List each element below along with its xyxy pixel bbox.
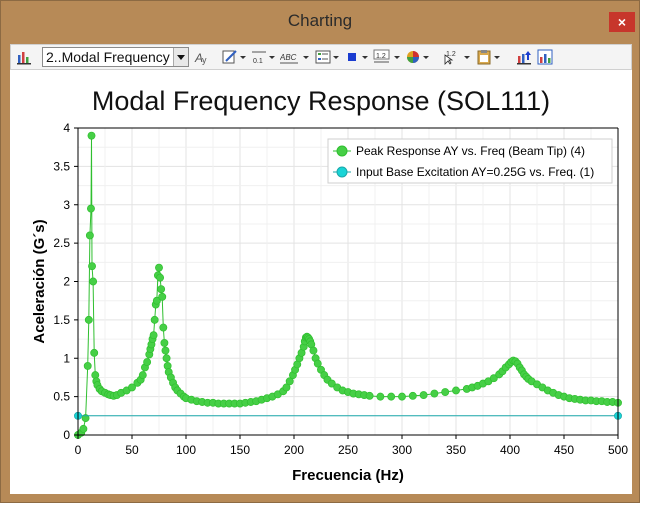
data-point xyxy=(430,389,439,398)
axis-dropdown-arrow[interactable] xyxy=(269,56,275,59)
edit-dropdown-arrow[interactable] xyxy=(240,56,246,59)
data-point xyxy=(158,292,167,301)
cursor-dropdown-arrow[interactable] xyxy=(464,56,470,59)
font-icon[interactable]: A y xyxy=(194,49,210,65)
y-tick-label: 1 xyxy=(63,351,70,365)
range-label: 1.2 xyxy=(376,53,386,60)
bar-chart-icon[interactable] xyxy=(16,49,32,65)
chart-select-value: 2..Modal Frequency xyxy=(46,49,170,65)
data-point xyxy=(408,391,417,400)
axis-format-icon[interactable]: 0.1 xyxy=(251,49,267,65)
y-tick-label: 0 xyxy=(63,428,70,442)
svg-text:y: y xyxy=(202,55,207,65)
y-tick-label: 0.5 xyxy=(53,390,70,404)
axis-format-label: 0.1 xyxy=(253,58,263,65)
x-tick-label: 0 xyxy=(75,443,82,457)
cursor-icon[interactable]: 1.2 xyxy=(443,49,461,65)
edit-icon[interactable] xyxy=(222,49,238,65)
data-point xyxy=(452,386,460,395)
range-dropdown-arrow[interactable] xyxy=(394,56,400,59)
data-point xyxy=(376,392,385,401)
y-axis-label: Aceleración (G´s) xyxy=(31,219,48,343)
chart-select[interactable]: 2..Modal Frequency xyxy=(42,47,189,67)
data-point xyxy=(387,392,396,401)
data-point xyxy=(84,315,93,324)
legend-swatch-marker xyxy=(336,166,348,178)
data-point xyxy=(149,331,158,340)
data-point xyxy=(398,392,406,401)
legend-entry-label[interactable]: Input Base Excitation AY=0.25G vs. Freq.… xyxy=(356,165,594,179)
data-point xyxy=(85,231,94,240)
y-tick-label: 1.5 xyxy=(53,313,70,327)
x-tick-label: 50 xyxy=(125,443,139,457)
x-tick-label: 250 xyxy=(338,443,358,457)
data-point xyxy=(162,354,171,363)
y-tick-label: 4 xyxy=(63,121,70,135)
data-point xyxy=(88,262,96,271)
text-dropdown-arrow[interactable] xyxy=(303,56,309,59)
y-tick-label: 2 xyxy=(63,275,70,289)
title-bar[interactable]: Charting × xyxy=(1,1,639,41)
x-tick-label: 500 xyxy=(608,443,628,457)
charting-window: Charting × 2..Modal Frequency A y 0.1 AB… xyxy=(0,0,640,503)
y-tick-label: 3.5 xyxy=(53,159,70,173)
range-icon[interactable]: 1.2 xyxy=(373,49,391,65)
close-button[interactable]: × xyxy=(609,12,635,32)
marker-dropdown-arrow[interactable] xyxy=(362,56,368,59)
chart-svg: 0 50 100 150 200 250 300 350 400 450 500 0 0.5 1 1.5 2 2… xyxy=(31,121,628,484)
legend-entry-label[interactable]: Peak Response AY vs. Freq (Beam Tip) (4) xyxy=(356,144,585,158)
data-point xyxy=(309,346,318,355)
x-tick-label: 150 xyxy=(230,443,250,457)
data-point xyxy=(156,273,165,282)
data-point xyxy=(161,346,170,355)
chart-legend[interactable]: Peak Response AY vs. Freq (Beam Tip) (4)… xyxy=(327,138,613,184)
legend-dropdown-arrow[interactable] xyxy=(333,56,339,59)
y-tick-label: 2.5 xyxy=(53,236,70,250)
chart-panel: Modal Frequency Response (SOL111) 0 50 100… xyxy=(10,70,632,494)
data-point xyxy=(83,361,92,370)
data-point xyxy=(90,348,99,357)
chart-toolbar: 2..Modal Frequency A y 0.1 ABC 1.2 1.2 xyxy=(10,44,632,70)
data-point xyxy=(157,285,166,294)
data-point xyxy=(155,263,163,272)
data-point xyxy=(419,391,428,400)
data-point xyxy=(160,338,169,347)
chart-settings-icon[interactable] xyxy=(537,49,553,65)
data-point xyxy=(159,323,168,332)
clipboard-icon[interactable] xyxy=(476,49,492,65)
clipboard-dropdown-arrow[interactable] xyxy=(494,56,500,59)
data-point xyxy=(89,277,98,286)
marker-icon[interactable] xyxy=(344,49,360,65)
export-icon[interactable] xyxy=(516,49,532,65)
text-label-icon[interactable]: ABC xyxy=(280,49,300,65)
x-tick-label: 300 xyxy=(392,443,412,457)
x-axis-label: Frecuencia (Hz) xyxy=(292,467,404,484)
text-label-text: ABC xyxy=(280,53,297,62)
data-point xyxy=(138,371,147,380)
data-point xyxy=(150,315,159,324)
data-point xyxy=(365,391,374,400)
window-title: Charting xyxy=(287,11,353,30)
x-tick-label: 200 xyxy=(284,443,304,457)
color-icon[interactable] xyxy=(405,49,421,65)
data-point xyxy=(441,388,450,396)
x-tick-label: 400 xyxy=(500,443,520,457)
legend-swatch-marker xyxy=(336,145,348,157)
data-point xyxy=(87,204,95,213)
x-tick-label: 450 xyxy=(554,443,574,457)
x-tick-label: 350 xyxy=(446,443,466,457)
legend-icon[interactable] xyxy=(315,49,331,65)
chevron-down-icon[interactable] xyxy=(173,48,188,66)
color-dropdown-arrow[interactable] xyxy=(423,56,429,59)
y-tick-label: 3 xyxy=(63,198,70,212)
data-point xyxy=(87,131,96,140)
x-tick-label: 100 xyxy=(176,443,196,457)
data-point xyxy=(143,358,152,367)
data-point xyxy=(79,424,88,433)
